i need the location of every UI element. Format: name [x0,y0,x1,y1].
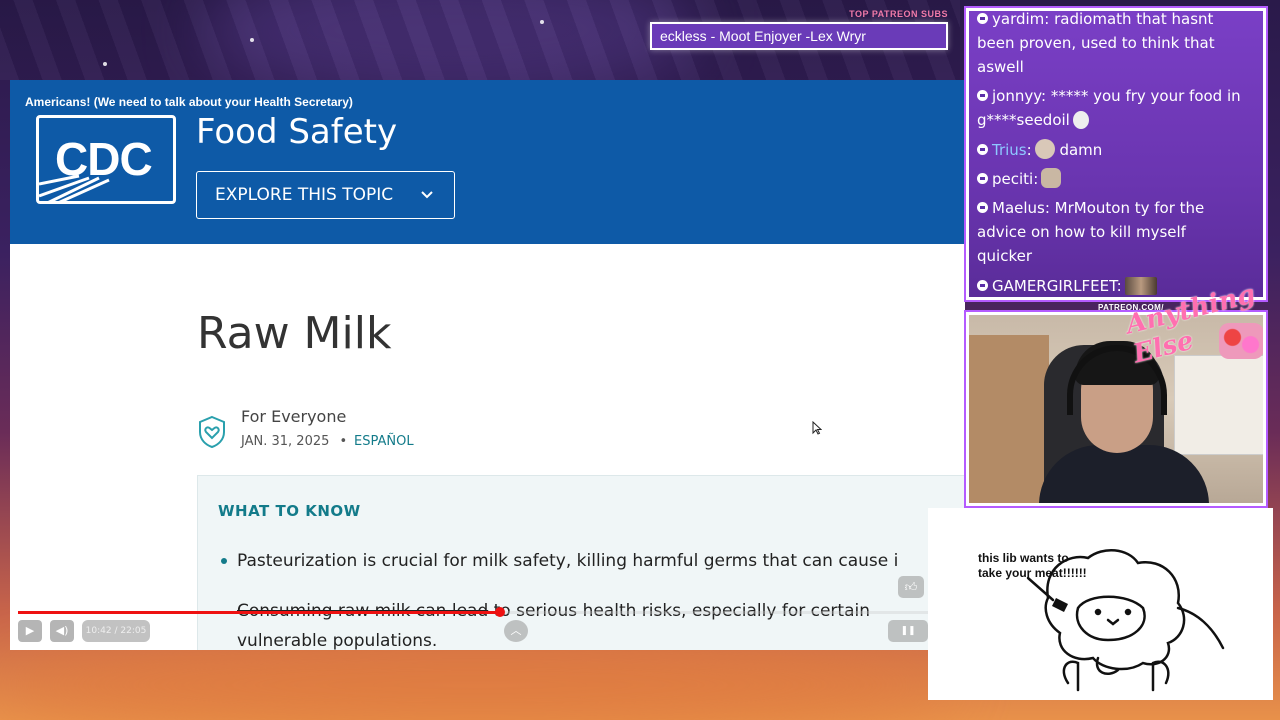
chat-text: : radiomath that hasnt [1044,10,1214,28]
chat-panel: yardim: radiomath that hasnt been proven… [966,8,1266,300]
video-time: 10:42 / 22:05 [82,620,150,642]
video-progress-bar[interactable] [18,607,928,617]
background-glow [0,640,960,720]
list-item: Pasteurization is crucial for milk safet… [221,551,898,571]
explore-topic-label: EXPLORE THIS TOPIC [215,185,394,205]
drawing-panel: this lib wants to take your meat!!!!!! [928,508,1273,700]
publish-date: JAN. 31, 2025 • [241,434,353,449]
star-icon [540,20,544,24]
espanol-link[interactable]: ESPAÑOL [354,434,414,449]
chat-badge-icon [977,280,988,291]
chat-message-continued: been proven, used to think that [977,34,1215,52]
chat-badge-icon [977,173,988,184]
chat-message-continued: g****seedoil [977,108,1255,132]
star-icon [250,38,254,42]
chat-message-continued: aswell [977,58,1024,76]
volume-button[interactable]: ◀) [50,620,74,642]
what-to-know-heading: WHAT TO KNOW [218,502,361,520]
chat-text: damn [1059,141,1103,159]
face-emote-icon [1034,139,1055,159]
chat-text: : [1033,170,1039,188]
list-item-continued: vulnerable populations. [237,631,438,650]
webcam-dresser [1174,355,1263,455]
page-title: Raw Milk [197,308,392,359]
shield-heart-icon [199,415,225,449]
mouse-cursor-icon [812,421,822,435]
cdc-logo[interactable]: CDC [36,115,176,204]
chat-username[interactable]: yardim [992,11,1044,28]
chat-username[interactable]: Trius [992,141,1027,159]
webcam-shelf [969,335,1049,503]
chat-text: : MrMouton ty for the [1044,199,1205,217]
what-to-know-box: WHAT TO KNOW Pasteurization is crucial f… [197,475,965,650]
chat-text: : [1116,277,1122,295]
pause-button[interactable]: ❚❚ [888,620,928,642]
chat-badge-icon [977,90,988,101]
chat-message: jonnyy: ***** you fry your food in [977,84,1255,108]
patreon-subs-ticker: eckless - Moot Enjoyer -Lex Wryr [650,22,948,50]
hand-emote-icon [1041,168,1062,188]
cdc-logo-text: CDC [55,133,153,185]
chat-text: : ***** you fry your food in [1041,87,1241,105]
star-icon [103,62,107,66]
date-text: JAN. 31, 2025 [241,434,330,449]
chat-message: Maelus: MrMouton ty for the [977,196,1255,220]
chat-username[interactable]: peciti [992,170,1033,188]
explore-topic-button[interactable]: EXPLORE THIS TOPIC [196,171,455,219]
date-separator: • [339,434,348,449]
progress-fill [18,611,501,614]
audience-label: For Everyone [241,407,347,426]
chat-message: Trius: damn [977,138,1255,162]
top-patreon-subs-label: TOP PATREON SUBS [849,9,948,19]
image-emote-icon [1124,277,1157,295]
expand-chevron-up-icon[interactable]: ︿ [504,620,528,642]
chat-text: : [1026,141,1032,159]
chat-username[interactable]: GAMERGIRLFEET [992,277,1117,295]
thumbs-up-icon[interactable]: 👍︎ [898,576,924,598]
site-title[interactable]: Food Safety [196,112,397,152]
chat-message: yardim: radiomath that hasnt [977,10,1255,31]
chat-username[interactable]: jonnyy [992,87,1041,105]
chat-message-continued: quicker [977,247,1032,265]
sheep-drawing-icon [1026,549,1225,692]
play-button[interactable]: ▶ [18,620,42,642]
chat-badge-icon [977,144,988,155]
chat-username[interactable]: Maelus [992,199,1045,217]
skull-emote-icon [1072,111,1089,129]
cdc-header: Americans! (We need to talk about your H… [10,80,965,244]
chat-message: peciti: [977,167,1255,191]
chat-badge-icon [977,202,988,213]
chat-message-continued: advice on how to kill myself [977,223,1186,241]
chevron-down-icon [421,191,433,199]
bullet-dot [221,558,227,564]
chat-badge-icon [977,13,988,24]
video-title: Americans! (We need to talk about your H… [25,95,353,109]
browser-capture: Americans! (We need to talk about your H… [10,80,965,650]
chat-text: g****seedoil [977,111,1070,129]
bullet-text: Pasteurization is crucial for milk safet… [237,551,899,571]
